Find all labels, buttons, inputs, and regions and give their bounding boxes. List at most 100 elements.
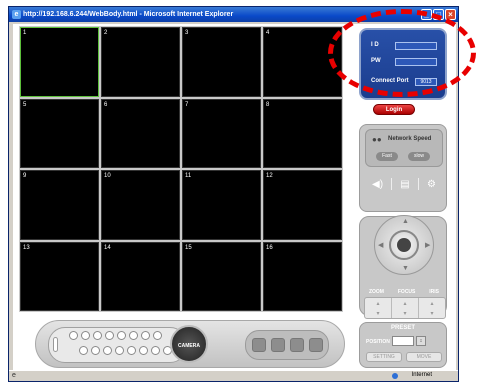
- status-bar: e Internet: [9, 370, 458, 381]
- speaker-icon[interactable]: ◀): [372, 179, 383, 190]
- zoom-up-icon[interactable]: ▴: [376, 300, 379, 307]
- channel-label: 8: [266, 101, 270, 108]
- down-arrow-icon[interactable]: ▼: [402, 265, 409, 272]
- up-arrow-icon[interactable]: ▲: [402, 218, 409, 225]
- network-icon: ●●: [372, 135, 382, 144]
- channel-cell[interactable]: 13: [20, 241, 99, 311]
- ie-icon: e: [12, 10, 21, 19]
- channel-dot-button[interactable]: [69, 331, 78, 340]
- layout-4-button[interactable]: [270, 338, 285, 352]
- settings-icon[interactable]: ⚙: [427, 179, 436, 190]
- layout-buttons: [245, 330, 329, 360]
- channel-cell[interactable]: 9: [20, 170, 99, 240]
- joystick-center: [389, 230, 419, 260]
- channel-cell[interactable]: 7: [182, 98, 261, 168]
- right-arrow-icon[interactable]: ▶: [425, 241, 430, 249]
- network-speed-box: ●● Network Speed Fast slow: [365, 129, 443, 167]
- channel-dot-button[interactable]: [115, 346, 124, 355]
- preset-title: PRESET: [390, 325, 415, 331]
- focus-down-icon[interactable]: ▾: [403, 310, 406, 317]
- zoom-control: ▴ ▾: [365, 298, 392, 318]
- channel-dot-button[interactable]: [151, 346, 160, 355]
- iris-up-icon[interactable]: ▴: [430, 300, 433, 307]
- zone-label: Internet: [411, 372, 432, 378]
- channel-dot-button[interactable]: [79, 346, 88, 355]
- channel-label: 13: [23, 244, 30, 251]
- channel-dot-button[interactable]: [141, 331, 150, 340]
- channel-pad: [48, 327, 187, 363]
- zoom-down-icon[interactable]: ▾: [376, 310, 379, 317]
- channel-cell[interactable]: 16: [263, 241, 342, 311]
- left-arrow-icon[interactable]: ◀: [378, 241, 383, 249]
- channel-cell[interactable]: 14: [101, 241, 180, 311]
- layout-1-button[interactable]: [251, 338, 266, 352]
- channel-label: 10: [104, 173, 111, 179]
- camera-button[interactable]: CAMERA: [170, 325, 208, 363]
- capture-icon[interactable]: ▤: [400, 179, 409, 190]
- channel-control-bar: CAMERA: [35, 320, 345, 368]
- channel-cell[interactable]: 15: [182, 241, 261, 311]
- channel-cell[interactable]: 12: [263, 170, 342, 240]
- channel-cell[interactable]: 3: [182, 27, 261, 97]
- channel-label: 4: [266, 30, 270, 36]
- slow-button[interactable]: slow: [408, 152, 430, 161]
- channel-cell[interactable]: 5: [20, 98, 99, 168]
- channel-dot-button[interactable]: [153, 331, 162, 340]
- iris-control: ▴ ▾: [419, 298, 445, 318]
- channel-label: 7: [185, 101, 189, 108]
- channel-label: 2: [104, 30, 108, 36]
- zfi-controls: ▴ ▾ ▴ ▾ ▴ ▾: [364, 297, 446, 319]
- fast-button[interactable]: Fast: [376, 152, 398, 161]
- network-panel: ●● Network Speed Fast slow ◀) ▤ ⚙: [359, 124, 447, 212]
- position-spinner[interactable]: ↕: [416, 336, 426, 346]
- channel-label: 15: [185, 244, 192, 251]
- pad-row-top: [69, 331, 162, 340]
- channel-dot-button[interactable]: [91, 346, 100, 355]
- highlight-ellipse: [328, 9, 476, 97]
- channel-dot-button[interactable]: [127, 346, 136, 355]
- pad-handle[interactable]: [53, 337, 58, 352]
- layout-16-button[interactable]: [308, 338, 323, 352]
- pad-row-bottom: [79, 346, 172, 355]
- window-title: http://192.168.6.244/WebBody.html - Micr…: [23, 11, 234, 18]
- channel-label: 14: [104, 244, 111, 251]
- iris-down-icon[interactable]: ▾: [430, 310, 433, 317]
- channel-dot-button[interactable]: [105, 331, 114, 340]
- channel-label: 5: [23, 101, 27, 108]
- channel-label: 9: [23, 173, 27, 179]
- channel-dot-button[interactable]: [93, 331, 102, 340]
- preset-panel: PRESET POSITION ↕ SETTING MOVE: [359, 322, 447, 368]
- position-label: POSITION: [366, 339, 390, 345]
- globe-icon: [392, 373, 398, 379]
- login-button[interactable]: Login: [373, 104, 415, 115]
- ptz-joystick[interactable]: ▲ ▼ ◀ ▶: [374, 215, 434, 275]
- channel-dot-button[interactable]: [103, 346, 112, 355]
- layout-9-button[interactable]: [289, 338, 304, 352]
- channel-dot-button[interactable]: [117, 331, 126, 340]
- channel-dot-button[interactable]: [81, 331, 90, 340]
- channel-label: 6: [104, 101, 108, 108]
- channel-label: 16: [266, 244, 273, 251]
- channel-label: 12: [266, 173, 273, 179]
- channel-cell[interactable]: 8: [263, 98, 342, 168]
- zfi-labels: ZOOM FOCUS IRIS: [362, 289, 446, 295]
- position-input[interactable]: [392, 336, 414, 346]
- channel-cell[interactable]: 6: [101, 98, 180, 168]
- channel-dot-button[interactable]: [129, 331, 138, 340]
- joystick-knob[interactable]: [397, 238, 411, 252]
- focus-label: FOCUS: [397, 289, 416, 295]
- tool-icons: ◀) ▤ ⚙: [368, 175, 440, 193]
- channel-cell[interactable]: 2: [101, 27, 180, 97]
- channel-cell[interactable]: 11: [182, 170, 261, 240]
- focus-up-icon[interactable]: ▴: [403, 300, 406, 307]
- channel-dot-button[interactable]: [139, 346, 148, 355]
- setting-button[interactable]: SETTING: [366, 352, 402, 362]
- channel-cell[interactable]: 10: [101, 170, 180, 240]
- move-button[interactable]: MOVE: [406, 352, 442, 362]
- channel-cell[interactable]: 1: [20, 27, 99, 97]
- ptz-panel: ▲ ▼ ◀ ▶ ZOOM FOCUS IRIS ▴ ▾ ▴ ▾ ▴ ▾: [359, 215, 447, 319]
- channel-label: 1: [23, 30, 27, 36]
- divider: [391, 178, 393, 190]
- zoom-label: ZOOM: [368, 289, 384, 295]
- divider: [417, 178, 419, 190]
